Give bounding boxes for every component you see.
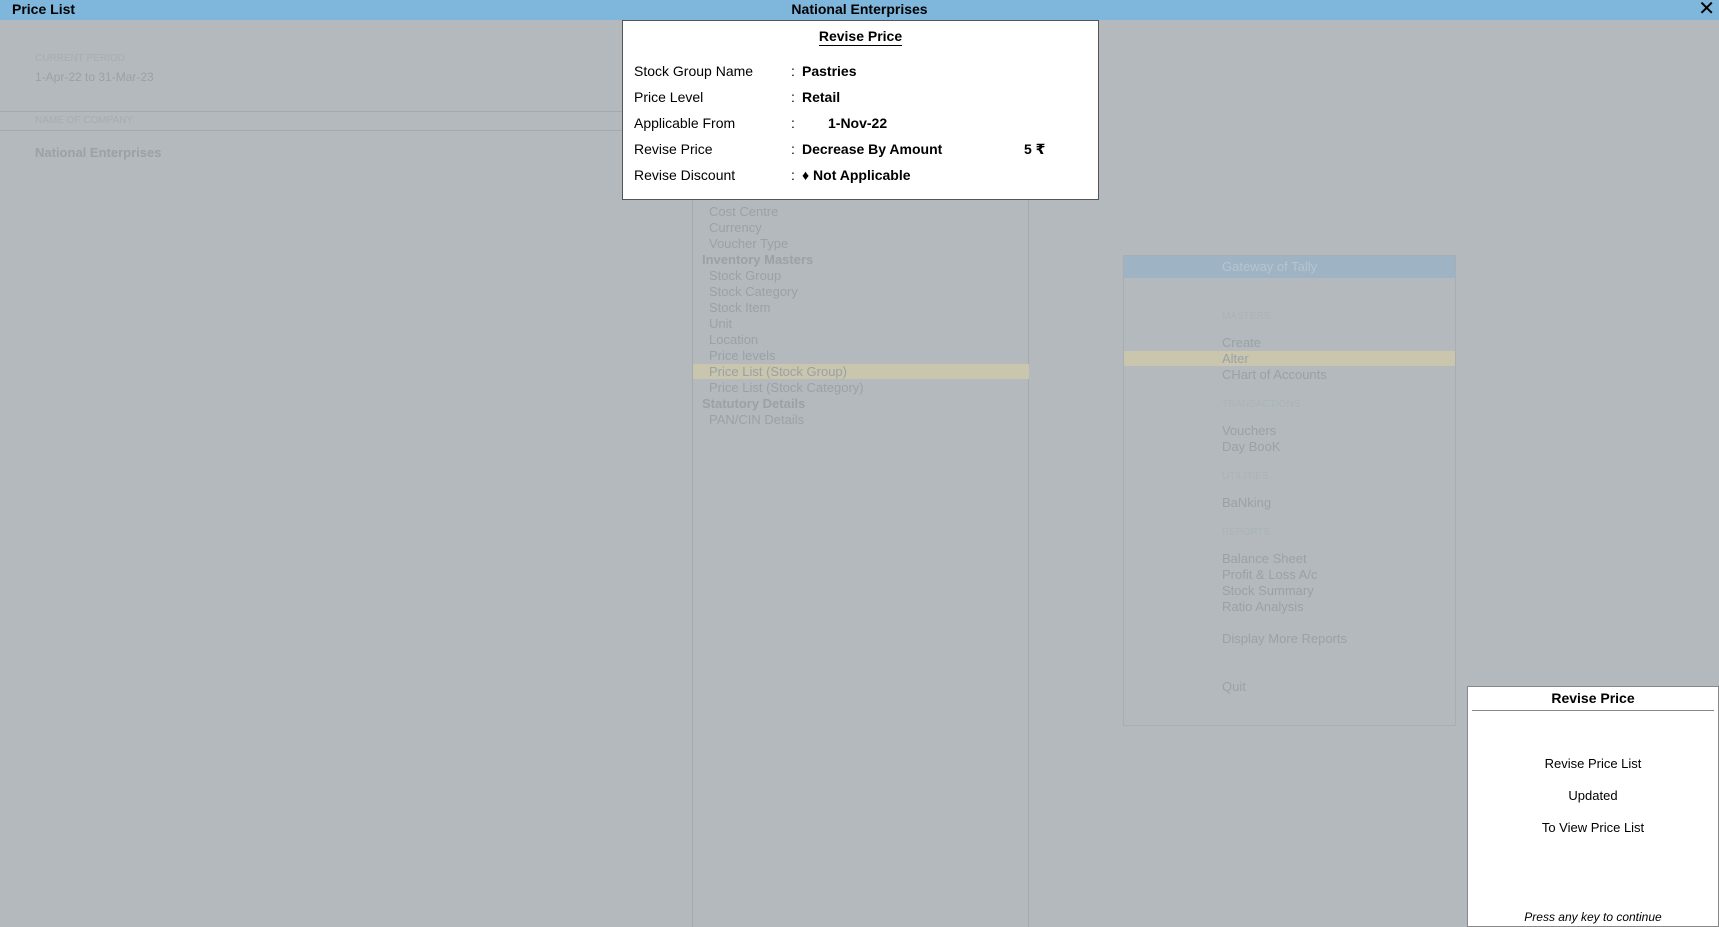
colon: : <box>791 167 795 183</box>
masters-item-cost-centre[interactable]: Cost Centre <box>709 204 778 219</box>
masters-item-price-list-stock-group[interactable]: Price List (Stock Group) <box>709 364 847 379</box>
colon: : <box>791 89 795 105</box>
section-utilities: UTILITIES <box>1222 471 1269 482</box>
company-title: National Enterprises <box>791 1 928 17</box>
section-masters: MASTERS <box>1222 311 1271 322</box>
divider <box>1472 710 1714 711</box>
revise-price-notice[interactable]: Revise Price Revise Price List Updated T… <box>1467 686 1719 927</box>
selected-row-highlight <box>1124 351 1455 366</box>
section-transactions: TRANSACTIONS <box>1222 399 1301 410</box>
notice-title: Revise Price <box>1551 690 1635 706</box>
price-level-value[interactable]: Retail <box>802 89 840 105</box>
price-level-label: Price Level <box>634 89 704 105</box>
masters-item-price-levels[interactable]: Price levels <box>709 348 775 363</box>
masters-heading-statutory: Statutory Details <box>702 396 806 411</box>
gateway-header: Gateway of Tally <box>1124 256 1455 278</box>
gateway-create[interactable]: Create <box>1222 335 1261 350</box>
notice-line-revise-price-list: Revise Price List <box>1544 756 1642 771</box>
masters-item-stock-category[interactable]: Stock Category <box>709 284 798 299</box>
revise-discount-value[interactable]: ♦ Not Applicable <box>802 167 911 183</box>
masters-item-price-list-stock-category[interactable]: Price List (Stock Category) <box>709 380 864 395</box>
colon: : <box>791 63 795 79</box>
gateway-day-book[interactable]: Day BooK <box>1222 439 1281 454</box>
company-name-value: National Enterprises <box>35 145 162 160</box>
gateway-banking[interactable]: BaNking <box>1222 495 1271 510</box>
masters-heading-inventory: Inventory Masters <box>702 252 814 267</box>
gateway-of-tally-panel: Gateway of Tally MASTERS Create Alter CH… <box>1123 255 1456 726</box>
masters-item-unit[interactable]: Unit <box>709 316 732 331</box>
gateway-stock-summary[interactable]: Stock Summary <box>1222 583 1314 598</box>
applicable-from-label: Applicable From <box>634 115 736 131</box>
masters-item-currency[interactable]: Currency <box>709 220 762 235</box>
masters-item-stock-item[interactable]: Stock Item <box>709 300 770 315</box>
stock-group-label: Stock Group Name <box>634 63 754 79</box>
notice-footer: Press any key to continue <box>1524 910 1662 924</box>
stock-group-value[interactable]: Pastries <box>802 63 856 79</box>
divider <box>0 111 692 112</box>
close-icon[interactable]: ✕ <box>1698 0 1715 20</box>
notice-line-updated: Updated <box>1568 788 1618 803</box>
revise-price-method[interactable]: Decrease By Amount <box>802 141 942 157</box>
gateway-display-more-reports[interactable]: Display More Reports <box>1222 631 1347 646</box>
gateway-title: Gateway of Tally <box>1222 259 1318 274</box>
masters-item-location[interactable]: Location <box>709 332 758 347</box>
current-period-label: CURRENT PERIOD <box>35 53 125 64</box>
gateway-ratio-analysis[interactable]: Ratio Analysis <box>1222 599 1304 614</box>
divider <box>0 130 692 131</box>
screen-title: Price List <box>12 1 76 17</box>
gateway-alter[interactable]: Alter <box>1222 351 1249 366</box>
title-bar: National Enterprises Price List ✕ <box>0 0 1719 20</box>
revise-discount-label: Revise Discount <box>634 167 736 183</box>
revise-price-amount[interactable]: 5 ₹ <box>1024 141 1045 158</box>
revise-price-label: Revise Price <box>634 141 713 157</box>
dialog-title: Revise Price <box>818 28 903 46</box>
gateway-quit[interactable]: Quit <box>1222 679 1246 694</box>
gateway-profit-loss[interactable]: Profit & Loss A/c <box>1222 567 1317 582</box>
company-name-label: NAME OF COMPANY <box>35 115 134 126</box>
applicable-from-value[interactable]: 1-Nov-22 <box>828 115 887 131</box>
colon: : <box>791 115 795 131</box>
gateway-vouchers[interactable]: Vouchers <box>1222 423 1276 438</box>
masters-item-pan-cin[interactable]: PAN/CIN Details <box>709 412 804 427</box>
current-period-value: 1-Apr-22 to 31-Mar-23 <box>35 70 154 84</box>
revise-price-dialog: Revise Price Stock Group Name : Pastries… <box>622 20 1099 200</box>
colon: : <box>791 141 795 157</box>
section-reports: REPORTS <box>1222 527 1271 538</box>
masters-item-voucher-type[interactable]: Voucher Type <box>709 236 788 251</box>
gateway-chart-of-accounts[interactable]: CHart of Accounts <box>1222 367 1327 382</box>
masters-item-stock-group[interactable]: Stock Group <box>709 268 781 283</box>
notice-line-view-price-list: To View Price List <box>1541 820 1645 835</box>
gateway-balance-sheet[interactable]: Balance Sheet <box>1222 551 1307 566</box>
